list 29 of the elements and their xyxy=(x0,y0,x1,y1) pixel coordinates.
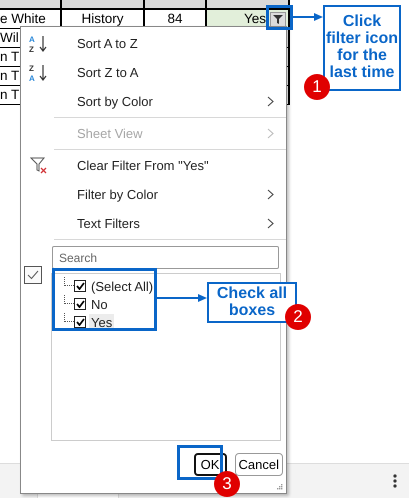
callout-note: Click filter icon for the last time xyxy=(323,5,401,91)
checkbox[interactable] xyxy=(74,316,86,328)
cancel-button[interactable]: Cancel xyxy=(234,453,283,476)
checkbox[interactable] xyxy=(24,266,42,284)
chevron-right-icon xyxy=(267,218,274,229)
resize-grip-icon[interactable] xyxy=(276,483,283,490)
filter-icon xyxy=(273,14,283,24)
menu-item[interactable]: Clear Filter From "Yes" xyxy=(21,151,286,180)
arrow xyxy=(157,294,207,302)
chevron-right-icon xyxy=(267,189,274,200)
check-icon xyxy=(76,300,84,308)
checkbox[interactable] xyxy=(74,280,86,292)
arrow xyxy=(293,13,323,21)
step-badge: 1 xyxy=(304,74,330,100)
menu-item[interactable]: Filter by Color xyxy=(21,180,286,209)
filter-button[interactable] xyxy=(270,12,286,26)
check-icon xyxy=(76,282,84,290)
value-item[interactable]: (Select All) xyxy=(89,278,156,294)
check-icon xyxy=(76,318,84,326)
menu-item[interactable]: Text Filters xyxy=(21,209,286,238)
highlight-frame xyxy=(266,5,293,30)
clear-filter-icon xyxy=(30,156,48,174)
search-field[interactable]: Search xyxy=(52,246,279,269)
chevron-right-icon xyxy=(267,96,274,107)
value-item[interactable]: No xyxy=(89,296,110,312)
check-icon xyxy=(27,270,39,280)
checkbox[interactable] xyxy=(74,298,86,310)
more-icon[interactable] xyxy=(393,474,397,488)
chevron-right-icon xyxy=(267,128,274,139)
